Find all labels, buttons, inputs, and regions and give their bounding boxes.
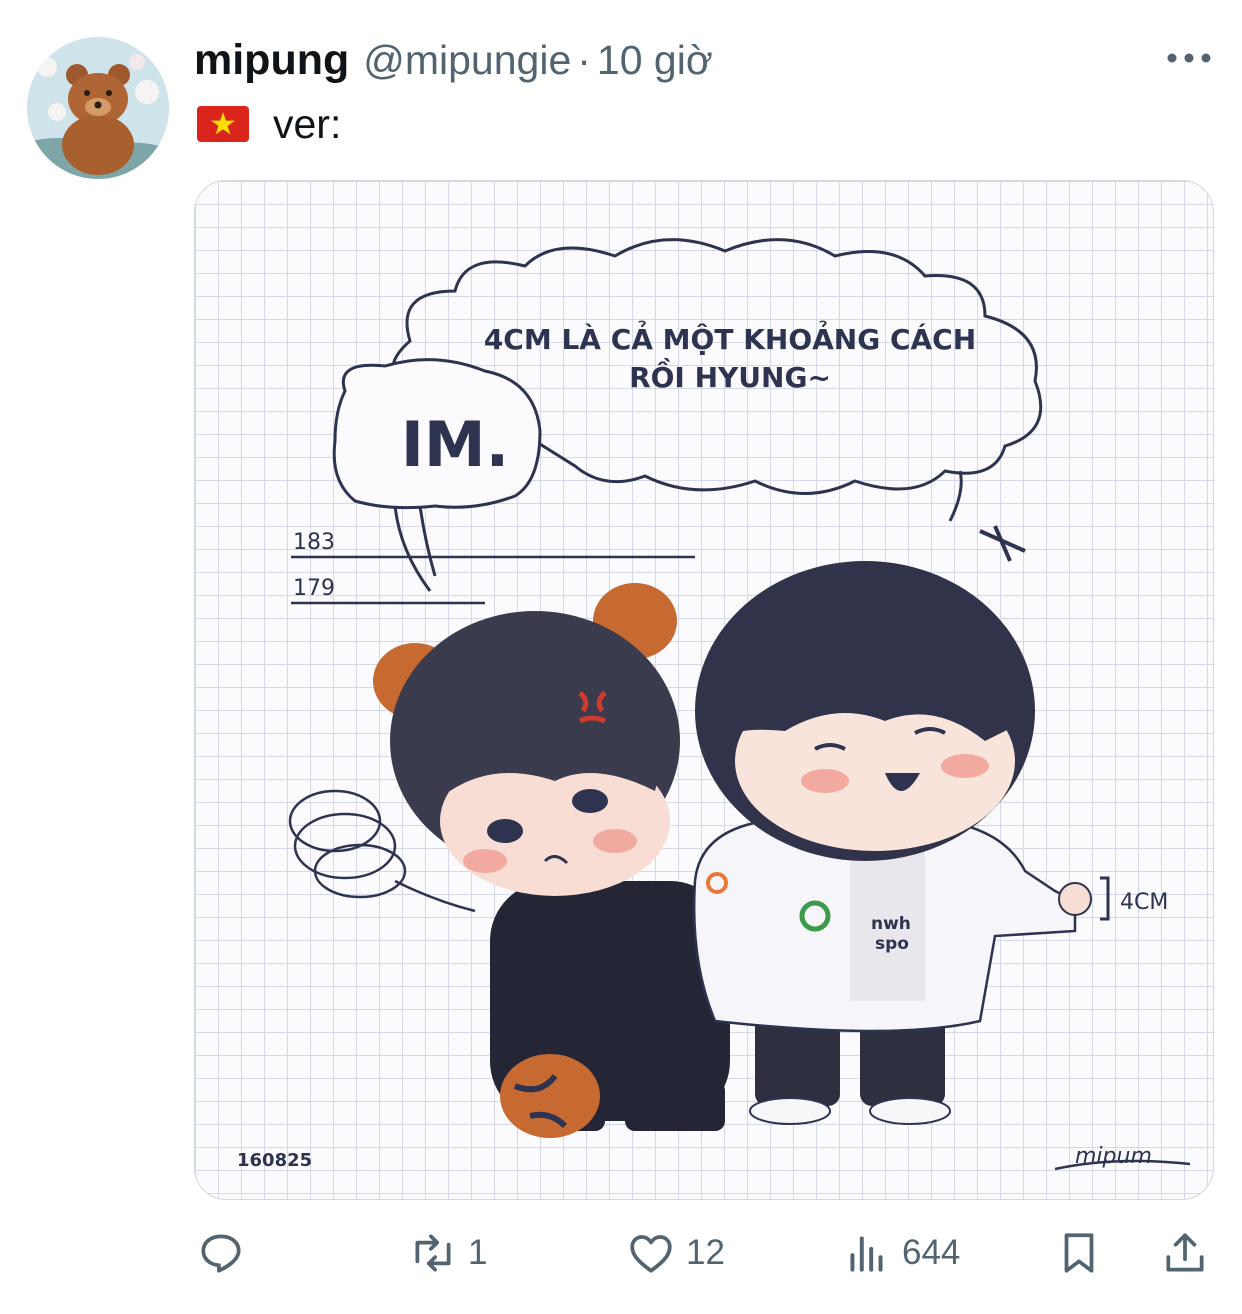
vietnam-flag-icon xyxy=(197,106,249,142)
retweet-count: 1 xyxy=(468,1232,488,1272)
avatar-bear-icon xyxy=(27,37,169,179)
bubble-large-line2: RỒI HYUNG~ xyxy=(629,356,831,394)
tweet-media-image[interactable]: 4CM LÀ CẢ MỘT KHOẢNG CÁCH RỒI HYUNG~ IM.… xyxy=(194,180,1214,1200)
user-handle[interactable]: @mipungie xyxy=(363,37,571,84)
bookmark-button[interactable] xyxy=(1054,1215,1104,1290)
character-right: nwh spo xyxy=(692,525,1092,1125)
illustration: 4CM LÀ CẢ MỘT KHOẢNG CÁCH RỒI HYUNG~ IM.… xyxy=(237,238,1191,1171)
views-count: 644 xyxy=(902,1232,961,1272)
more-icon[interactable] xyxy=(1166,46,1212,70)
diff-label: 4CM xyxy=(1120,890,1168,915)
share-button[interactable] xyxy=(1160,1215,1210,1290)
height-mark-179: 179 xyxy=(293,576,335,601)
display-name[interactable]: mipung xyxy=(194,36,349,85)
like-count: 12 xyxy=(686,1232,725,1272)
avatar[interactable] xyxy=(27,37,169,179)
tweet-header: mipung @mipungie · 10 giờ xyxy=(194,30,713,90)
views-button[interactable]: 644 xyxy=(842,1215,960,1290)
views-icon xyxy=(850,1235,883,1272)
tweet-actions: 1 12 644 xyxy=(0,1215,1242,1290)
like-button[interactable]: 12 xyxy=(626,1215,725,1290)
shirt-text-2: spo xyxy=(875,934,909,954)
tweet-body: ver: xyxy=(273,100,342,147)
date-signature: 160825 xyxy=(237,1150,312,1171)
retweet-button[interactable]: 1 xyxy=(408,1215,487,1290)
artist-signature: mipum xyxy=(1075,1144,1152,1169)
reply-icon xyxy=(201,1233,241,1273)
timestamp[interactable]: 10 giờ xyxy=(597,37,713,84)
height-mark-183: 183 xyxy=(293,530,335,555)
retweet-icon xyxy=(415,1233,451,1272)
character-left xyxy=(373,583,730,1138)
like-icon xyxy=(630,1234,672,1273)
separator: · xyxy=(577,36,591,83)
reply-button[interactable] xyxy=(196,1215,256,1290)
tweet-text: ver: xyxy=(197,96,341,152)
share-icon xyxy=(1166,1232,1204,1272)
bookmark-icon xyxy=(1064,1232,1094,1273)
shirt-text-1: nwh xyxy=(871,914,911,934)
bubble-large-line1: 4CM LÀ CẢ MỘT KHOẢNG CÁCH xyxy=(484,319,976,356)
bubble-small-text: IM. xyxy=(401,408,509,481)
